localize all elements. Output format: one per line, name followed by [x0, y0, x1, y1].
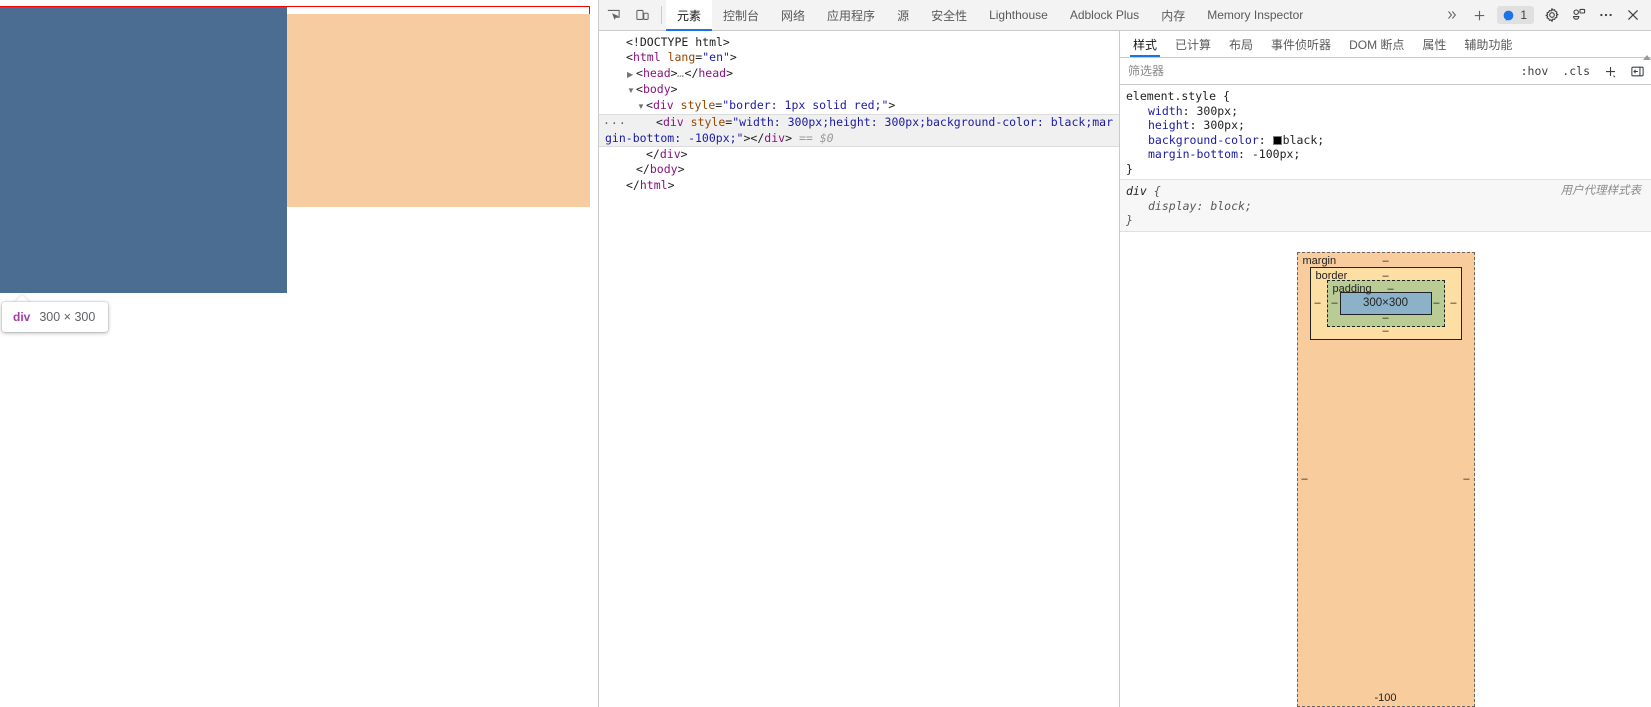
padding-bottom-value[interactable]: –	[1328, 312, 1444, 324]
dom-node-selected[interactable]: ··· <div style="width: 300px;height: 300p…	[599, 114, 1119, 148]
css-rule-close: }	[1126, 161, 1133, 176]
css-declaration[interactable]: height: 300px;	[1126, 118, 1651, 133]
box-model-padding-label: padding	[1332, 282, 1372, 295]
tab-源[interactable]: 源	[886, 0, 920, 30]
margin-left-value[interactable]: –	[1302, 473, 1308, 485]
css-rule-div[interactable]: div {display: block;} 用户代理样式表	[1120, 179, 1651, 232]
styles-filter-input[interactable]	[1126, 63, 1514, 79]
add-tab-icon[interactable]	[1466, 0, 1492, 31]
styles-filter-row: :hov .cls	[1120, 58, 1651, 85]
tab-安全性[interactable]: 安全性	[920, 0, 978, 30]
box-model-border[interactable]: border – – – – padding – – – – 300×300	[1309, 266, 1462, 340]
tab-Lighthouse[interactable]: Lighthouse	[978, 0, 1059, 30]
margin-right-value[interactable]: –	[1463, 473, 1469, 485]
styles-scrollbar[interactable]	[1642, 55, 1651, 77]
screen: div 300 × 300 元素 控制台 网络 应用程序源安全性 Lighthouse A…	[0, 0, 1651, 707]
dom-gutter-ellipsis[interactable]: ···	[603, 116, 627, 131]
tab-元素[interactable]: 元素	[666, 0, 713, 31]
margin-top-value[interactable]: –	[1298, 255, 1474, 267]
css-selector[interactable]: element.style {	[1126, 89, 1651, 104]
inspect-tooltip: div 300 × 300	[2, 302, 109, 332]
padding-left-value[interactable]: –	[1332, 297, 1338, 309]
devices-icon[interactable]	[1566, 0, 1592, 31]
css-declaration[interactable]: margin-bottom: -100px;	[1126, 147, 1651, 162]
styles-sidebar-tabs: 样式 已计算 布局 事件侦听器 DOM 断点 属性 辅助功能	[1120, 31, 1651, 58]
inspect-tooltip-tag: div	[13, 310, 31, 324]
inspect-tooltip-dimensions: 300 × 300	[39, 310, 96, 324]
tab-应用程序[interactable]: 应用程序	[816, 0, 886, 30]
box-model-margin[interactable]: margin – – – -100 border – – – – padding…	[1296, 251, 1475, 707]
padding-top-value[interactable]: –	[1388, 283, 1394, 295]
padding-right-value[interactable]: –	[1433, 297, 1439, 309]
css-declaration[interactable]: width: 300px;	[1126, 104, 1651, 119]
css-rules-list: element.style {width: 300px; height: 300p…	[1120, 85, 1651, 232]
dom-node[interactable]: <!DOCTYPE html>	[599, 35, 1119, 50]
css-rule-close: }	[1126, 213, 1133, 227]
css-declaration[interactable]: background-color: black;	[1126, 133, 1651, 148]
tab-网络[interactable]: 网络	[770, 0, 816, 30]
color-swatch[interactable]	[1272, 135, 1282, 145]
css-declaration[interactable]: display: block;	[1126, 199, 1651, 214]
issues-count: 1	[1520, 8, 1527, 22]
tab-控制台[interactable]: 控制台	[712, 0, 770, 30]
styles-tab-属性[interactable]: 属性	[1413, 31, 1455, 57]
border-left-value[interactable]: –	[1315, 297, 1321, 309]
dom-node[interactable]: ▼<body>	[599, 82, 1119, 98]
dom-node[interactable]: ▼<div style="border: 1px solid red;">	[599, 98, 1119, 114]
box-model-padding[interactable]: padding – – – – 300×300	[1326, 279, 1445, 327]
dom-node[interactable]: </html>	[599, 178, 1119, 193]
margin-bottom-value[interactable]: -100	[1298, 692, 1474, 704]
tab-Adblock Plus[interactable]: Adblock Plus	[1059, 0, 1150, 30]
content-box-highlight-overlay	[0, 7, 287, 293]
gear-icon[interactable]	[1539, 0, 1565, 31]
close-icon[interactable]	[1620, 0, 1646, 31]
issues-icon	[1503, 10, 1514, 21]
toolbar-divider	[661, 6, 662, 24]
devtools-toolbar: 元素 控制台 网络 应用程序源安全性 Lighthouse Adblock Plus 内存 M…	[599, 0, 1651, 31]
dom-twisty[interactable]: ▼	[627, 83, 636, 98]
dom-node[interactable]: <html lang="en">	[599, 50, 1119, 65]
devtools-panel: 元素 控制台 网络 应用程序源安全性 Lighthouse Adblock Plus 内存 M…	[598, 0, 1651, 707]
tab-Memory Inspector[interactable]: Memory Inspector	[1196, 0, 1314, 30]
more-options-icon[interactable]	[1593, 0, 1619, 31]
hov-toggle[interactable]: :hov	[1514, 64, 1556, 78]
devtools-toolbar-right: 1	[1439, 0, 1651, 30]
devtools-body: <!DOCTYPE html> <html lang="en"> ▶ <head>…<…	[599, 31, 1651, 707]
stylesheet-origin: 用户代理样式表	[1560, 185, 1642, 197]
css-rule-element-style[interactable]: element.style {width: 300px; height: 300p…	[1120, 85, 1651, 179]
border-right-value[interactable]: –	[1450, 297, 1456, 309]
issues-badge[interactable]: 1	[1497, 6, 1534, 24]
device-toolbar-icon[interactable]	[628, 0, 657, 30]
styles-tab-事件侦听器[interactable]: 事件侦听器	[1262, 31, 1340, 57]
cls-toggle[interactable]: .cls	[1555, 64, 1597, 78]
page-viewport[interactable]: div 300 × 300	[0, 0, 598, 707]
dom-twisty[interactable]: ▼	[637, 99, 646, 114]
dom-node[interactable]: ▶ <head>…</head>	[599, 66, 1119, 82]
more-tabs-icon[interactable]	[1439, 0, 1465, 31]
styles-tab-辅助功能[interactable]: 辅助功能	[1455, 31, 1521, 57]
styles-tab-DOM 断点[interactable]: DOM 断点	[1340, 31, 1413, 57]
dom-tree-pane[interactable]: <!DOCTYPE html> <html lang="en"> ▶ <head>…<…	[599, 31, 1120, 707]
dom-twisty[interactable]: ▶	[627, 67, 636, 82]
styles-tab-样式[interactable]: 样式	[1124, 31, 1166, 57]
scroll-up-arrow-icon[interactable]	[1642, 55, 1651, 60]
dom-node[interactable]: </body>	[599, 162, 1119, 177]
new-style-rule-plus-icon[interactable]	[1597, 64, 1624, 79]
tab-内存[interactable]: 内存	[1150, 0, 1196, 30]
box-model-diagram: margin – – – -100 border – – – – padding…	[1120, 232, 1651, 707]
styles-tab-布局[interactable]: 布局	[1220, 31, 1262, 57]
dom-node[interactable]: </div>	[599, 147, 1119, 162]
styles-pane: 样式已计算布局事件侦听器DOM 断点属性辅助功能 :hov .cls	[1120, 31, 1651, 707]
devtools-tabs: 元素 控制台 网络 应用程序源安全性 Lighthouse Adblock Plus 内存 M…	[666, 0, 1314, 31]
inspect-element-icon[interactable]	[599, 0, 628, 30]
styles-tab-已计算[interactable]: 已计算	[1166, 31, 1220, 57]
